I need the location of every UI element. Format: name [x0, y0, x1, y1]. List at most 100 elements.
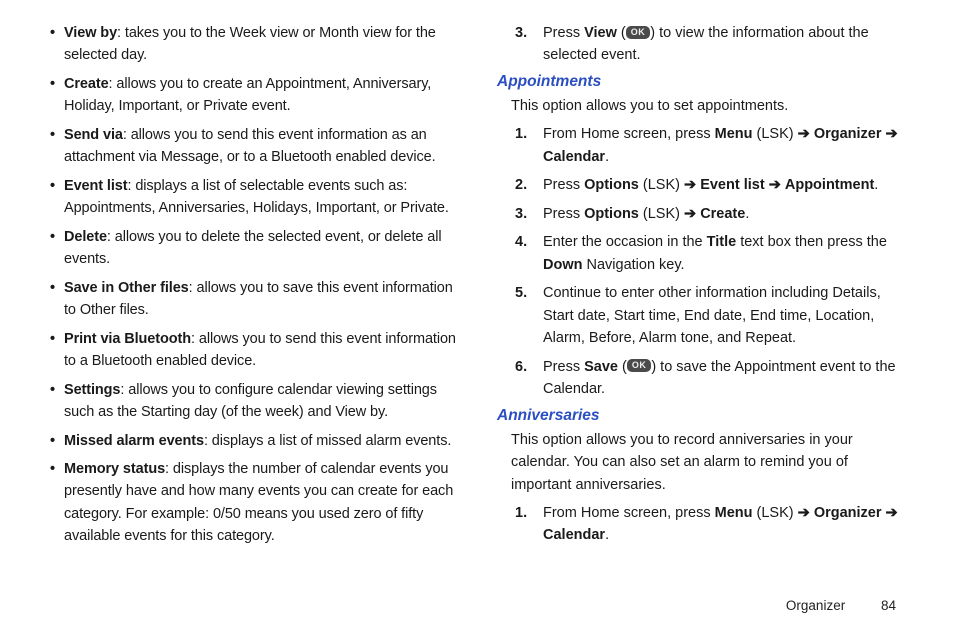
bullet-label: Save in Other files: [64, 280, 189, 296]
bullet-desc: : allows you to delete the selected even…: [64, 229, 441, 267]
bullet-label: Create: [64, 76, 109, 92]
text: Press: [543, 25, 584, 41]
text: Continue to enter other information incl…: [543, 285, 881, 346]
bullet-item: •Create: allows you to create an Appoint…: [50, 73, 457, 118]
bullet-item: •Settings: allows you to configure calen…: [50, 379, 457, 424]
text: text box then press the: [736, 234, 887, 250]
bullet-text: Send via: allows you to send this event …: [64, 124, 457, 169]
step-text: From Home screen, press Menu (LSK) ➔ Org…: [543, 502, 904, 547]
bullet-dot: •: [50, 22, 64, 67]
text: Press: [543, 359, 584, 375]
intro-appointments: This option allows you to set appointmen…: [511, 95, 904, 117]
step-item: 2.Press Options (LSK) ➔ Event list ➔ App…: [497, 174, 904, 196]
bullet-dot: •: [50, 175, 64, 220]
text: (LSK): [639, 206, 684, 222]
bold-text: Appointment: [785, 177, 874, 193]
footer-section: Organizer: [786, 598, 845, 613]
bold-text: Menu: [715, 126, 753, 142]
bullet-text: Save in Other files: allows you to save …: [64, 277, 457, 322]
bullet-item: •Send via: allows you to send this event…: [50, 124, 457, 169]
bullet-dot: •: [50, 379, 64, 424]
bold-text: Organizer: [814, 505, 882, 521]
bold-text: Options: [584, 177, 639, 193]
bold-text: Calendar: [543, 149, 605, 165]
bullet-text: Event list: displays a list of selectabl…: [64, 175, 457, 220]
arrow-icon: ➔: [769, 177, 781, 193]
step-number: 3.: [515, 22, 543, 67]
bullet-dot: •: [50, 430, 64, 452]
text: Navigation key.: [582, 257, 684, 273]
bold-text: Options: [584, 206, 639, 222]
text: (: [617, 25, 626, 41]
anniversaries-steps: 1.From Home screen, press Menu (LSK) ➔ O…: [497, 502, 904, 547]
text: (LSK): [753, 126, 798, 142]
step-item: 4.Enter the occasion in the Title text b…: [497, 231, 904, 276]
text: Press: [543, 177, 584, 193]
label-view: View: [584, 25, 617, 41]
step-number: 1.: [515, 502, 543, 547]
text: (LSK): [639, 177, 684, 193]
step-number: 6.: [515, 356, 543, 401]
bullet-item: •View by: takes you to the Week view or …: [50, 22, 457, 67]
bold-text: Down: [543, 257, 582, 273]
bullet-text: Memory status: displays the number of ca…: [64, 458, 457, 548]
footer-page-number: 84: [881, 598, 896, 613]
text: .: [745, 206, 749, 222]
bullet-text: Missed alarm events: displays a list of …: [64, 430, 457, 452]
text: .: [874, 177, 878, 193]
bullet-item: •Save in Other files: allows you to save…: [50, 277, 457, 322]
step-item: 6.Press Save (OK) to save the Appointmen…: [497, 356, 904, 401]
bold-text: Event list: [700, 177, 764, 193]
step-number: 5.: [515, 282, 543, 349]
bullet-item: •Event list: displays a list of selectab…: [50, 175, 457, 220]
text: Enter the occasion in the: [543, 234, 707, 250]
text: (LSK): [753, 505, 798, 521]
bullet-desc: : displays a list of missed alarm events…: [204, 433, 451, 449]
bullet-item: •Missed alarm events: displays a list of…: [50, 430, 457, 452]
bold-text: Create: [700, 206, 745, 222]
right-column: 3. Press View (OK) to view the informati…: [477, 22, 904, 596]
bullet-label: Memory status: [64, 461, 165, 477]
arrow-icon: ➔: [798, 126, 810, 142]
bullet-item: •Memory status: displays the number of c…: [50, 458, 457, 548]
step-number: 2.: [515, 174, 543, 196]
bullet-label: Missed alarm events: [64, 433, 204, 449]
bullet-label: Settings: [64, 382, 120, 398]
text: Press: [543, 206, 584, 222]
heading-appointments: Appointments: [497, 73, 904, 91]
bullet-text: View by: takes you to the Week view or M…: [64, 22, 457, 67]
step-item: 3.Press Options (LSK) ➔ Create.: [497, 203, 904, 225]
step-text: Continue to enter other information incl…: [543, 282, 904, 349]
bullet-dot: •: [50, 277, 64, 322]
left-column: •View by: takes you to the Week view or …: [50, 22, 477, 596]
arrow-icon: ➔: [798, 505, 810, 521]
appointments-steps: 1.From Home screen, press Menu (LSK) ➔ O…: [497, 123, 904, 400]
arrow-icon: ➔: [684, 177, 696, 193]
step-number: 3.: [515, 203, 543, 225]
step-number: 1.: [515, 123, 543, 168]
text: .: [605, 149, 609, 165]
step-item: 1.From Home screen, press Menu (LSK) ➔ O…: [497, 502, 904, 547]
bullet-dot: •: [50, 226, 64, 271]
bullet-text: Print via Bluetooth: allows you to send …: [64, 328, 457, 373]
text: From Home screen, press: [543, 505, 715, 521]
step-number: 4.: [515, 231, 543, 276]
step-item: 5.Continue to enter other information in…: [497, 282, 904, 349]
bullet-desc: : takes you to the Week view or Month vi…: [64, 25, 436, 63]
intro-anniversaries: This option allows you to record anniver…: [511, 429, 904, 496]
bold-text: Organizer: [814, 126, 882, 142]
arrow-icon: ➔: [886, 505, 898, 521]
arrow-icon: ➔: [684, 206, 696, 222]
bullet-dot: •: [50, 458, 64, 548]
ok-icon: OK: [626, 26, 651, 39]
text: From Home screen, press: [543, 126, 715, 142]
bullet-item: •Delete: allows you to delete the select…: [50, 226, 457, 271]
heading-anniversaries: Anniversaries: [497, 407, 904, 425]
text: .: [605, 527, 609, 543]
page-footer: Organizer 84: [0, 598, 954, 613]
bold-text: Calendar: [543, 527, 605, 543]
step-text: Press Options (LSK) ➔ Create.: [543, 203, 904, 225]
bold-text: Menu: [715, 505, 753, 521]
step-text: Press Options (LSK) ➔ Event list ➔ Appoi…: [543, 174, 904, 196]
bullet-label: View by: [64, 25, 117, 41]
